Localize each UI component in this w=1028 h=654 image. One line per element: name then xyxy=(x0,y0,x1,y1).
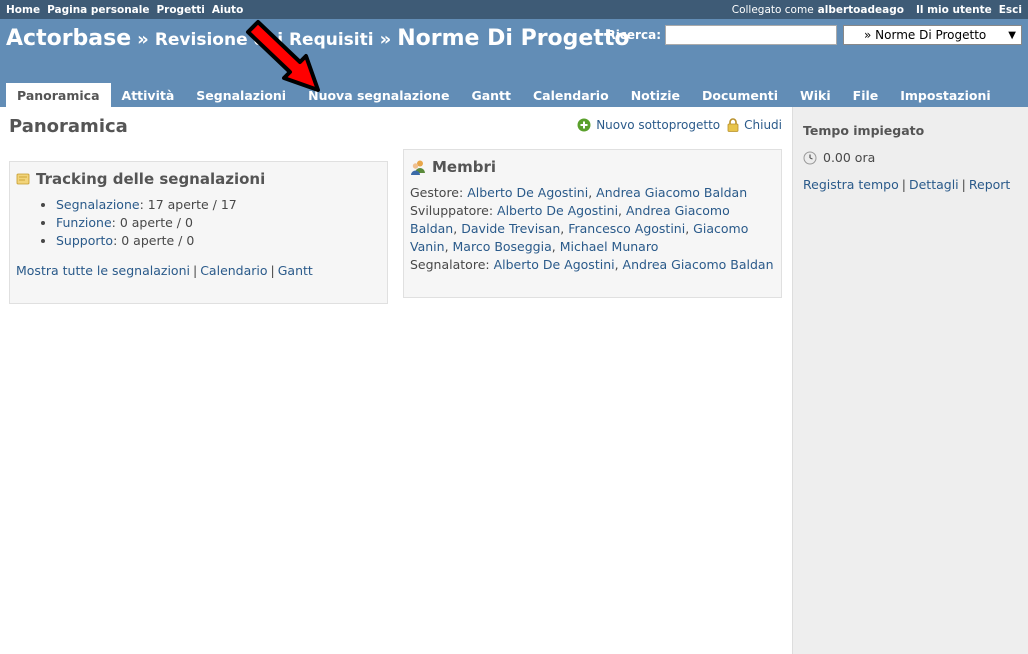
tab-calendario[interactable]: Calendario xyxy=(522,83,620,107)
logout-link[interactable]: Esci xyxy=(999,4,1022,16)
lock-icon xyxy=(727,118,739,132)
tab-wiki[interactable]: Wiki xyxy=(789,83,842,107)
content: Panoramica Nuovo sottoprogetto Chiudi Tr… xyxy=(0,107,792,654)
top-menu-projects-link[interactable]: Progetti xyxy=(156,4,204,16)
top-menu: Home Pagina personale Progetti Aiuto Col… xyxy=(0,0,1028,19)
tracker-stats: : 0 aperte / 0 xyxy=(113,233,195,248)
members-title-text: Membri xyxy=(432,158,497,176)
list-item: Segnalazione: 17 aperte / 17 xyxy=(56,196,381,214)
member-link[interactable]: Francesco Agostini xyxy=(568,221,685,236)
main-area: Panoramica Nuovo sottoprogetto Chiudi Tr… xyxy=(0,107,1028,654)
spent-time-value: 0.00 ora xyxy=(823,150,876,165)
tab-attivita[interactable]: Attività xyxy=(111,83,186,107)
show-all-issues-link[interactable]: Mostra tutte le segnalazioni xyxy=(16,263,190,278)
tab-gantt[interactable]: Gantt xyxy=(460,83,522,107)
member-link[interactable]: Michael Munaro xyxy=(560,239,659,254)
dropdown-arrow-icon: ▼ xyxy=(1008,29,1016,41)
search-input[interactable] xyxy=(665,25,837,45)
contextual-actions: Nuovo sottoprogetto Chiudi xyxy=(570,118,782,132)
add-icon xyxy=(577,118,591,132)
member-link[interactable]: Alberto De Agostini xyxy=(467,185,588,200)
close-project-link[interactable]: Chiudi xyxy=(727,118,782,132)
tracker-stats: : 17 aperte / 17 xyxy=(139,197,237,212)
member-link[interactable]: Marco Boseggia xyxy=(453,239,552,254)
top-menu-home-link[interactable]: Home xyxy=(6,4,40,16)
quick-search: Ricerca: » Norme Di Progetto ▼ xyxy=(606,25,1022,45)
tab-file[interactable]: File xyxy=(842,83,890,107)
project-jump-value: » Norme Di Progetto xyxy=(864,28,987,42)
tracker-list: Segnalazione: 17 aperte / 17 Funzione: 0… xyxy=(16,196,381,250)
report-link[interactable]: Report xyxy=(969,177,1010,192)
sidebar-time-links: Registra tempo | Dettagli | Report xyxy=(803,177,1018,192)
tab-impostazioni[interactable]: Impostazioni xyxy=(889,83,1001,107)
tracker-segnalazione-link[interactable]: Segnalazione xyxy=(56,197,140,212)
role-label: Segnalatore: xyxy=(410,257,494,272)
tab-notizie[interactable]: Notizie xyxy=(620,83,691,107)
logged-as-label: Collegato come xyxy=(731,3,814,16)
current-project-title: Norme Di Progetto xyxy=(397,26,630,51)
gantt-link[interactable]: Gantt xyxy=(278,263,313,278)
spent-time: 0.00 ora xyxy=(803,150,1018,165)
breadcrumb-root-project[interactable]: Actorbase xyxy=(6,26,131,51)
tracker-stats: : 0 aperte / 0 xyxy=(111,215,193,230)
member-link[interactable]: Alberto De Agostini xyxy=(497,203,618,218)
project-jump-select[interactable]: » Norme Di Progetto ▼ xyxy=(843,25,1022,45)
my-account-link[interactable]: Il mio utente xyxy=(916,4,992,16)
members-role-sviluppatore: Sviluppatore: Alberto De Agostini, Andre… xyxy=(410,203,749,254)
tab-panoramica[interactable]: Panoramica xyxy=(6,83,111,107)
annotation-arrow-icon xyxy=(246,20,320,92)
details-link[interactable]: Dettagli xyxy=(909,177,959,192)
issue-tracking-title-text: Tracking delle segnalazioni xyxy=(36,170,266,188)
divider: | xyxy=(270,263,275,278)
close-project-label: Chiudi xyxy=(744,118,782,132)
username-link[interactable]: albertoadeago xyxy=(818,4,904,16)
ticket-icon xyxy=(16,172,30,186)
log-time-link[interactable]: Registra tempo xyxy=(803,177,899,192)
group-icon xyxy=(410,159,426,175)
issue-links: Mostra tutte le segnalazioni | Calendario |… xyxy=(16,262,381,280)
tracker-supporto-link[interactable]: Supporto xyxy=(56,233,113,248)
clock-icon xyxy=(803,151,817,165)
tab-documenti[interactable]: Documenti xyxy=(691,83,789,107)
member-link[interactable]: Andrea Giacomo Baldan xyxy=(596,185,747,200)
search-label: Ricerca: xyxy=(606,28,661,42)
divider: | xyxy=(901,177,906,192)
members-role-segnalatore: Segnalatore: Alberto De Agostini, Andrea… xyxy=(410,257,774,272)
sidebar: Tempo impiegato 0.00 ora Registra tempo |… xyxy=(792,107,1028,654)
tracker-funzione-link[interactable]: Funzione xyxy=(56,215,112,230)
sidebar-time-title: Tempo impiegato xyxy=(803,123,925,138)
page-title: Panoramica xyxy=(9,116,128,137)
project-tabs: Panoramica Attività Segnalazioni Nuova s… xyxy=(6,83,1002,107)
divider: | xyxy=(192,263,198,278)
new-subproject-label: Nuovo sottoprogetto xyxy=(596,118,721,132)
header: Actorbase»Revisione dei Requisiti»Norme … xyxy=(0,19,1028,107)
top-menu-personal-page-link[interactable]: Pagina personale xyxy=(47,4,149,16)
top-menu-help-link[interactable]: Aiuto xyxy=(212,4,243,16)
breadcrumb-separator: » xyxy=(379,29,392,50)
issue-tracking-box: Tracking delle segnalazioni Segnalazione… xyxy=(9,161,388,304)
breadcrumb-separator: » xyxy=(137,29,149,50)
issue-tracking-title: Tracking delle segnalazioni xyxy=(16,170,381,188)
members-title: Membri xyxy=(410,158,775,176)
members-role-gestore: Gestore: Alberto De Agostini, Andrea Gia… xyxy=(410,185,748,200)
role-label: Gestore: xyxy=(410,185,468,200)
divider: | xyxy=(961,177,966,192)
role-label: Sviluppatore: xyxy=(410,203,498,218)
member-link[interactable]: Andrea Giacomo Baldan xyxy=(623,257,774,272)
list-item: Funzione: 0 aperte / 0 xyxy=(56,214,381,232)
members-box: Membri Gestore: Alberto De Agostini, And… xyxy=(403,149,782,298)
calendar-link[interactable]: Calendario xyxy=(200,263,267,278)
member-link[interactable]: Davide Trevisan xyxy=(461,221,560,236)
new-subproject-link[interactable]: Nuovo sottoprogetto xyxy=(577,118,720,132)
member-link[interactable]: Alberto De Agostini xyxy=(494,257,615,272)
list-item: Supporto: 0 aperte / 0 xyxy=(56,232,381,250)
